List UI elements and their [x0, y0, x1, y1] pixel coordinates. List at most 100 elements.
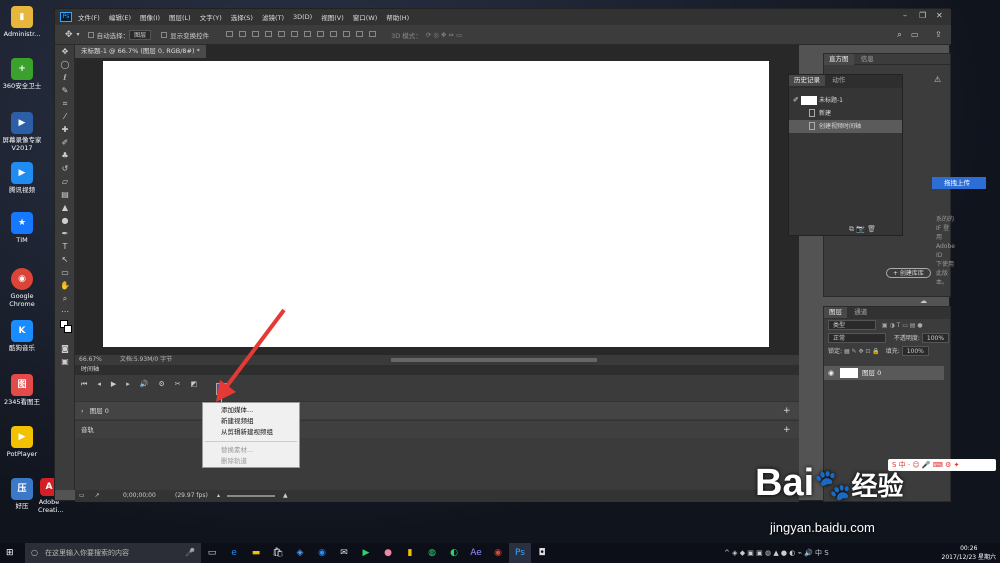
quick-mask-icon[interactable]: ◙ [55, 342, 75, 355]
dodge-tool-icon[interactable]: ● [55, 214, 75, 227]
desktop-icon-administrator[interactable]: ▮ Administr... [0, 6, 44, 38]
pen-tool-icon[interactable]: ✒ [55, 227, 75, 240]
tray-icons[interactable]: ^ ◈ ◆ ▣ ▣ ◍ ▲ ● ◐ ⌁ 🔊 中 S [724, 548, 829, 558]
mail-icon[interactable]: ✉ [333, 543, 355, 563]
drag-upload-button[interactable]: 拖拽上传 [932, 177, 986, 189]
auto-select-checkbox[interactable] [87, 31, 94, 38]
eyedropper-tool-icon[interactable]: ⁄ [55, 110, 75, 123]
menu-item-new-group-from-clips[interactable]: 从剪辑新建视频组 [203, 427, 299, 438]
zoom-slider[interactable] [227, 495, 275, 497]
menu-item-add-media[interactable]: 添加媒体... [203, 405, 299, 416]
tab-layers[interactable]: 图层 [824, 307, 847, 318]
restore-icon[interactable]: ❐ [919, 11, 926, 20]
edge-icon[interactable]: e [223, 543, 245, 563]
marquee-tool-icon[interactable]: ◯ [55, 58, 75, 71]
clock[interactable]: 00:26 2017/12/23 星期六 [942, 544, 997, 562]
menu-image[interactable]: 图像(I) [140, 12, 160, 22]
store-icon[interactable]: 🛍 [267, 543, 289, 563]
healing-tool-icon[interactable]: ✚ [55, 123, 75, 136]
zoom-in-icon[interactable]: ▲ [283, 490, 288, 502]
shape-tool-icon[interactable]: ▭ [55, 266, 75, 279]
canvas[interactable] [103, 61, 769, 347]
menu-filter[interactable]: 滤镜(T) [262, 12, 284, 22]
menu-3d[interactable]: 3D(D) [293, 13, 312, 21]
menu-layer[interactable]: 图层(L) [169, 12, 191, 22]
eye-icon[interactable]: ◉ [828, 366, 834, 380]
filter-icons[interactable]: ▣ ◑ T ▭ ▤ ● [882, 322, 923, 329]
align-icon[interactable] [226, 30, 234, 37]
distribute-icon[interactable] [343, 30, 351, 37]
desktop-icon-chrome[interactable]: ◉ Google Chrome [0, 268, 44, 308]
layer-select-dropdown[interactable]: 图层 [129, 29, 152, 40]
distribute-icon[interactable] [317, 30, 325, 37]
wechat-icon[interactable]: ◍ [421, 543, 443, 563]
explorer-icon[interactable]: ▬ [245, 543, 267, 563]
desktop-icon-potplayer[interactable]: ▶ PotPlayer [0, 426, 44, 458]
screen-mode-icon[interactable]: ▣ [55, 355, 75, 368]
distribute-icon[interactable] [330, 30, 338, 37]
expand-chevron-icon[interactable]: › [81, 407, 84, 415]
microphone-icon[interactable]: 🎤 [185, 543, 195, 563]
align-icon[interactable] [239, 30, 247, 37]
browser-icon[interactable]: ◉ [311, 543, 333, 563]
ime-toolbar[interactable]: S 中 · ☺ 🎤 ⌨ ⚙ ✦ [888, 459, 996, 471]
track-audio[interactable]: 音轨 🔈 ♪ + [75, 420, 799, 438]
workspace-icon[interactable]: ▭ [911, 30, 919, 39]
distribute-icon[interactable] [369, 30, 377, 37]
lasso-tool-icon[interactable]: ℓ [55, 71, 75, 84]
windows-start-icon[interactable]: ⊞ [6, 548, 14, 558]
settings-gear-icon[interactable]: ⚙ [158, 380, 164, 388]
close-icon[interactable]: ✕ [936, 11, 943, 20]
align-icon[interactable] [278, 30, 286, 37]
go-first-icon[interactable]: ⏮ [81, 380, 87, 389]
brush-tool-icon[interactable]: ✐ [55, 136, 75, 149]
transition-icon[interactable]: ◩ [191, 380, 198, 388]
desktop-icon-kugou[interactable]: K 酷狗音乐 [0, 320, 44, 352]
tab-history[interactable]: 历史记录 [789, 75, 825, 86]
gradient-tool-icon[interactable]: ▤ [55, 188, 75, 201]
kind-filter-dropdown[interactable]: 类型 [828, 320, 876, 330]
history-item-new[interactable]: 新建 [789, 107, 902, 120]
zoom-tool-icon[interactable]: ⌕ [55, 292, 75, 305]
chat-icon[interactable]: ◐ [443, 543, 465, 563]
opacity-field[interactable]: 100% [921, 333, 950, 343]
tab-channels[interactable]: 通道 [849, 307, 872, 318]
recorder-taskbar-icon[interactable]: ◘ [531, 543, 553, 563]
app-icon[interactable]: ◈ [289, 543, 311, 563]
distribute-icon[interactable] [304, 30, 312, 37]
background-color[interactable] [64, 325, 72, 333]
create-library-button[interactable]: + 创建库库 [886, 268, 931, 278]
avatar-app-icon[interactable]: ● [377, 543, 399, 563]
chevron-down-icon[interactable]: ▾ [77, 31, 80, 38]
type-tool-icon[interactable]: T [55, 240, 75, 253]
menu-help[interactable]: 帮助(H) [386, 12, 409, 22]
taskbar-search[interactable]: ○ 在这里输入你要搜索的内容 🎤 [25, 543, 201, 563]
next-frame-icon[interactable]: ▸ [126, 380, 130, 388]
desktop-icon-screen-recorder[interactable]: ▶ 屏幕录像专家V2017 [0, 112, 44, 152]
color-swatches[interactable] [55, 318, 74, 342]
distribute-icon[interactable] [356, 30, 364, 37]
desktop-icon-tim[interactable]: ★ TIM [0, 212, 44, 244]
layer-row[interactable]: ◉ 图层 0 [824, 366, 944, 380]
menu-type[interactable]: 文字(Y) [200, 12, 222, 22]
scissors-icon[interactable]: ✂ [175, 380, 181, 388]
history-snapshot[interactable]: ✐ 未标题-1 [789, 94, 902, 107]
zoom-out-icon[interactable]: ▴ [217, 490, 220, 502]
desktop-icon-2345[interactable]: 图 2345看图王 [0, 374, 44, 406]
convert-frames-icon[interactable]: ▭ [79, 492, 85, 499]
history-item-timeline[interactable]: 创建视频时间轴 [789, 120, 902, 133]
chrome-taskbar-icon[interactable]: ◉ [487, 543, 509, 563]
history-brush-icon[interactable]: ↺ [55, 162, 75, 175]
menu-file[interactable]: 文件(F) [78, 12, 100, 22]
more-tools-icon[interactable]: ⋯ [55, 305, 75, 318]
tab-histogram[interactable]: 直方图 [824, 54, 854, 65]
audio-icon[interactable]: 🔊 [140, 380, 149, 388]
after-effects-icon[interactable]: Ae [465, 543, 487, 563]
menu-edit[interactable]: 编辑(E) [109, 12, 131, 22]
quick-select-tool-icon[interactable]: ✎ [55, 84, 75, 97]
align-icon[interactable] [291, 30, 299, 37]
play-icon[interactable]: ▶ [111, 380, 116, 388]
document-tab[interactable]: 未标题-1 @ 66.7% (图层 0, RGB/8#) * [75, 45, 206, 58]
align-icon[interactable] [265, 30, 273, 37]
zoom-level[interactable]: 66.67% [79, 356, 102, 363]
